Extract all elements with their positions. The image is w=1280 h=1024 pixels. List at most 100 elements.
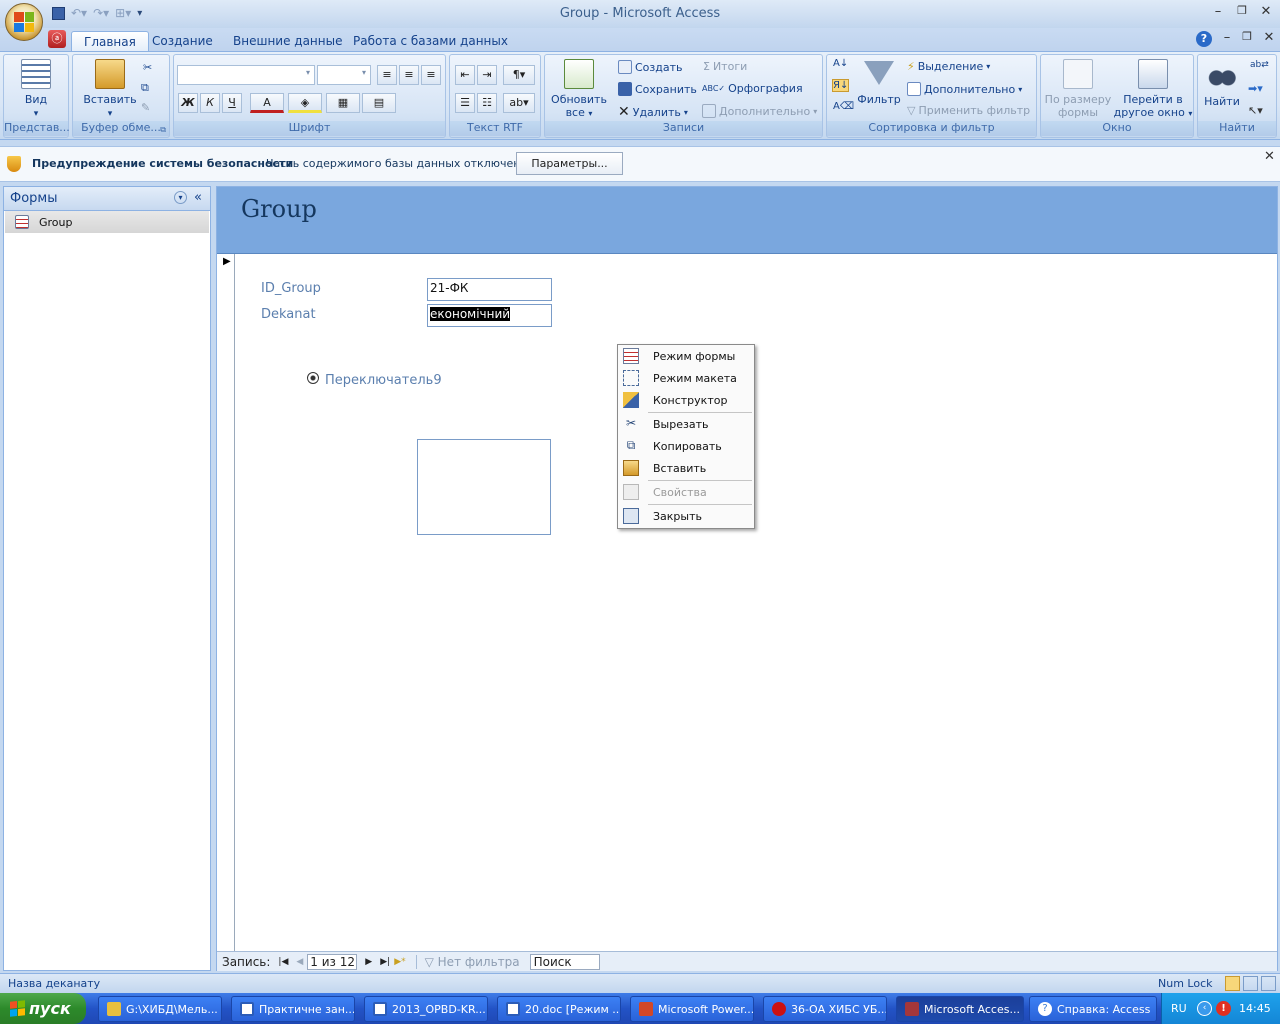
- fill-color-icon[interactable]: ◈: [288, 93, 322, 113]
- doc-minimize-icon[interactable]: –: [1216, 30, 1238, 45]
- group-window: По размеру формы Перейти в другое окно ▾…: [1040, 54, 1194, 138]
- taskbar-item[interactable]: ? Справка: Access: [1029, 996, 1157, 1022]
- increase-indent-icon[interactable]: ⇥: [477, 65, 497, 85]
- underline-button[interactable]: Ч: [222, 93, 242, 113]
- tab-home[interactable]: Главная: [71, 31, 149, 52]
- show-hidden-icons-icon[interactable]: ‹: [1197, 1001, 1212, 1016]
- refresh-all-button[interactable]: Обновить все ▾: [548, 59, 610, 120]
- tab-create[interactable]: Создание: [140, 31, 225, 52]
- font-color-button[interactable]: А: [250, 93, 284, 113]
- save-record-button[interactable]: Сохранить: [618, 82, 697, 96]
- nav-menu-chevron-icon[interactable]: ▾: [174, 191, 187, 204]
- clear-sort-icon[interactable]: A⌫: [833, 101, 854, 112]
- gridlines-icon[interactable]: ▦: [326, 93, 360, 113]
- nav-item-group[interactable]: Group: [5, 211, 209, 233]
- switch-windows-button[interactable]: Перейти в другое окно ▾: [1113, 59, 1193, 120]
- office-logo-icon: [14, 12, 34, 32]
- replace-icon[interactable]: ab⇄: [1250, 60, 1269, 70]
- align-left-icon[interactable]: ≡: [377, 65, 397, 85]
- menu-form-view[interactable]: Режим формы: [618, 345, 754, 367]
- menu-paste[interactable]: Вставить: [618, 457, 754, 479]
- alternate-fill-icon[interactable]: ▤: [362, 93, 396, 113]
- copy-icon[interactable]: ⧉: [141, 81, 149, 95]
- cut-icon[interactable]: ✂: [143, 61, 152, 74]
- italic-button[interactable]: К: [200, 93, 220, 113]
- doc-close-icon[interactable]: ✕: [1258, 30, 1280, 45]
- font-name-combo[interactable]: ▾: [177, 65, 315, 85]
- new-record-nav-icon[interactable]: ▶*: [394, 957, 405, 967]
- first-record-icon[interactable]: |◀: [278, 957, 288, 967]
- empty-image-frame[interactable]: [417, 439, 551, 535]
- design-view-status-icon[interactable]: [1261, 976, 1276, 991]
- id-group-field[interactable]: 21-ФК: [427, 278, 552, 301]
- prev-record-icon[interactable]: ◀: [296, 957, 303, 967]
- format-painter-icon[interactable]: ✎: [141, 101, 150, 114]
- delete-record-button[interactable]: ✕ Удалить ▾: [618, 104, 688, 120]
- taskbar-item[interactable]: G:\ХИБД\Мель...: [98, 996, 222, 1022]
- taskbar-item[interactable]: 36-ОА ХИБС УБ...: [763, 996, 887, 1022]
- no-filter-button[interactable]: ▽ Нет фильтра: [415, 954, 520, 969]
- security-close-icon[interactable]: ✕: [1264, 149, 1275, 164]
- find-button[interactable]: Найти: [1200, 59, 1244, 108]
- security-options-button[interactable]: Параметры...: [516, 152, 623, 175]
- menu-close[interactable]: Закрыть: [618, 505, 754, 527]
- font-size-combo[interactable]: ▾: [317, 65, 371, 85]
- menu-layout-view[interactable]: Режим макета: [618, 367, 754, 389]
- paste-button[interactable]: Вставить ▾: [79, 59, 141, 121]
- taskbar-item-active[interactable]: Microsoft Acces...: [896, 996, 1024, 1022]
- highlight-icon[interactable]: ab▾: [503, 93, 535, 113]
- dekanat-field[interactable]: економічний: [427, 304, 552, 327]
- start-button[interactable]: пуск: [0, 993, 86, 1024]
- taskbar-item[interactable]: 2013_OPBD-KR...: [364, 996, 488, 1022]
- last-record-icon[interactable]: ▶|: [380, 957, 390, 967]
- dialog-launcher-icon[interactable]: ⧉: [160, 125, 166, 135]
- decrease-indent-icon[interactable]: ⇤: [455, 65, 475, 85]
- layout-view-status-icon[interactable]: [1243, 976, 1258, 991]
- fit-to-form-button[interactable]: По размеру формы: [1043, 59, 1113, 119]
- apply-filter-button[interactable]: ▽ Применить фильтр: [907, 104, 1030, 117]
- option-button-radio[interactable]: [307, 372, 319, 384]
- menu-cut[interactable]: ✂ Вырезать: [618, 413, 754, 435]
- new-record-button[interactable]: Создать: [618, 60, 683, 74]
- advanced-filter-button[interactable]: Дополнительно ▾: [907, 82, 1022, 96]
- office-button[interactable]: [5, 3, 43, 41]
- tab-database-tools[interactable]: Работа с базами данных: [341, 31, 520, 52]
- spelling-button[interactable]: ABC✓ Орфография: [702, 82, 803, 95]
- shutter-bar-close-icon[interactable]: «: [194, 190, 202, 205]
- maximize-icon[interactable]: ❐: [1231, 4, 1253, 17]
- record-position-field[interactable]: 1 из 12: [307, 953, 358, 970]
- bold-button[interactable]: Ж: [178, 93, 198, 113]
- select-icon[interactable]: ↖▾: [1248, 104, 1263, 117]
- taskbar-item[interactable]: Microsoft Power...: [630, 996, 754, 1022]
- paragraph-direction-icon[interactable]: ¶▾: [503, 65, 535, 85]
- search-input[interactable]: Поиск: [529, 953, 600, 970]
- numbering-icon[interactable]: ☰: [455, 93, 475, 113]
- minimize-icon[interactable]: –: [1207, 4, 1229, 19]
- align-center-icon[interactable]: ≡: [399, 65, 419, 85]
- align-right-icon[interactable]: ≡: [421, 65, 441, 85]
- goto-icon[interactable]: ➡▾: [1248, 82, 1263, 95]
- tab-external-data[interactable]: Внешние данные: [221, 31, 354, 52]
- alert-icon[interactable]: !: [1216, 1001, 1231, 1016]
- language-indicator[interactable]: RU: [1171, 1002, 1187, 1015]
- next-record-icon[interactable]: ▶: [365, 957, 372, 967]
- taskbar-item[interactable]: Практичне зан...: [231, 996, 355, 1022]
- doc-restore-icon[interactable]: ❐: [1236, 30, 1258, 43]
- menu-copy[interactable]: ⧉ Копировать: [618, 435, 754, 457]
- totals-button[interactable]: Σ Итоги: [703, 60, 747, 73]
- view-button[interactable]: Вид ▾: [12, 59, 60, 121]
- taskbar-item[interactable]: 20.doc [Режим ...: [497, 996, 621, 1022]
- close-icon[interactable]: ✕: [1255, 4, 1277, 19]
- bullets-icon[interactable]: ☷: [477, 93, 497, 113]
- menu-design-view[interactable]: Конструктор: [618, 389, 754, 411]
- menu-properties[interactable]: Свойства: [618, 481, 754, 503]
- record-selector[interactable]: ▶: [217, 254, 235, 952]
- form-view-status-icon[interactable]: [1225, 976, 1240, 991]
- sort-desc-icon[interactable]: Я↓: [832, 79, 850, 92]
- help-icon[interactable]: ?: [1196, 31, 1212, 47]
- sort-asc-icon[interactable]: A↓: [833, 58, 848, 69]
- selection-button[interactable]: ⚡ Выделение ▾: [907, 60, 990, 73]
- filter-button[interactable]: Фильтр: [857, 59, 901, 106]
- nav-header[interactable]: Формы ▾ «: [4, 187, 210, 211]
- more-records-button[interactable]: Дополнительно ▾: [702, 104, 817, 118]
